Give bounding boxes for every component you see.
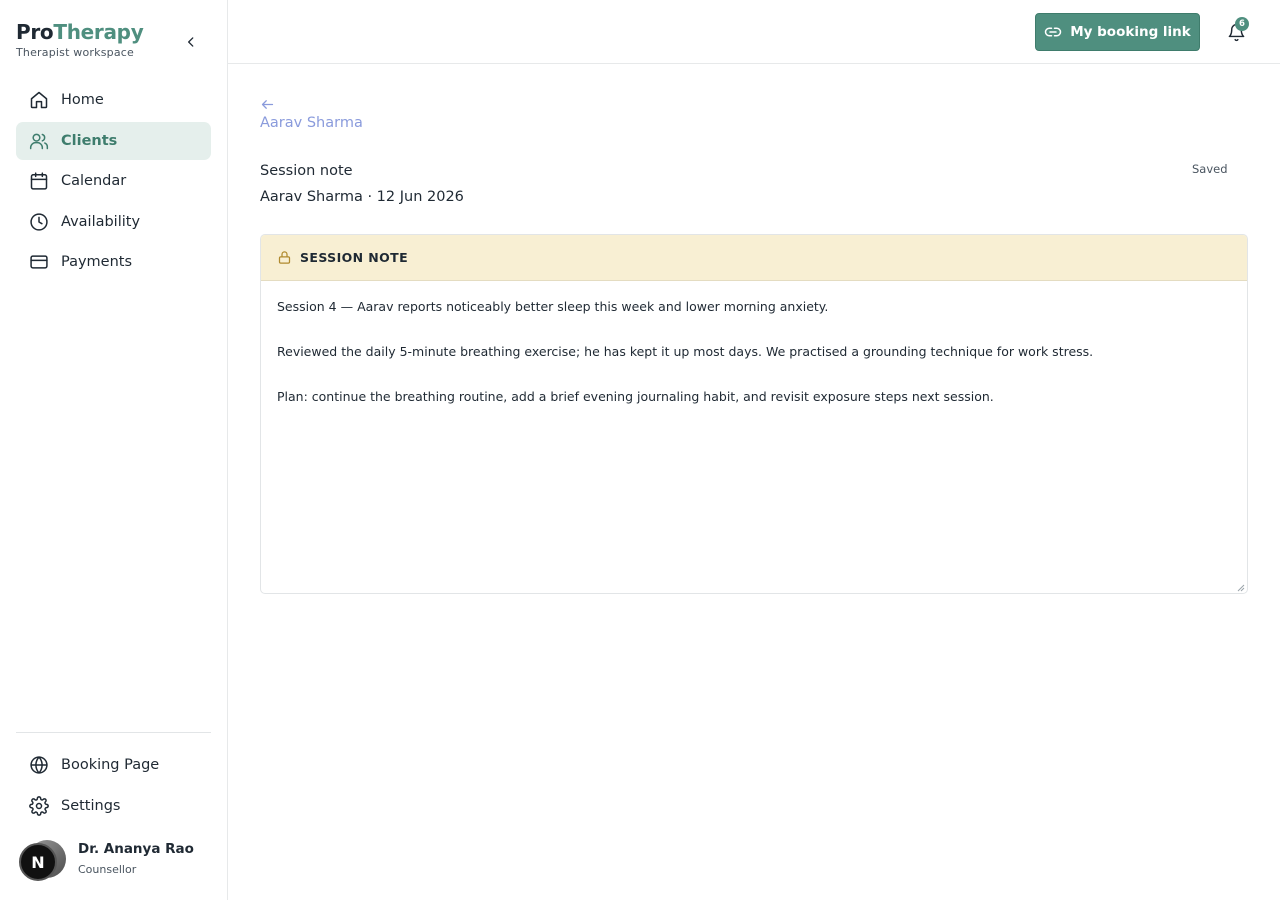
sidebar-item-label: Calendar [61, 173, 127, 190]
sidebar-item-label: Payments [61, 254, 133, 271]
sidebar-item-availability[interactable]: Availability [16, 203, 211, 241]
note-paragraph: Plan: continue the breathing routine, ad… [277, 389, 994, 404]
session-note-title: SESSION NOTE [300, 250, 409, 265]
link-icon [1044, 23, 1062, 41]
clock-icon [28, 211, 50, 233]
sidebar-item-booking-page[interactable]: Booking Page [16, 746, 211, 784]
sidebar-item-label: Booking Page [61, 757, 160, 773]
note-paragraph: Reviewed the daily 5-minute breathing ex… [277, 344, 1094, 359]
notification-badge: 6 [1235, 17, 1249, 31]
main-nav: Home Clients Calendar Availability Payme… [16, 81, 211, 284]
brand-name: ProTherapy [16, 20, 144, 44]
session-note-editor[interactable]: Session 4 — Aarav reports noticeably bet… [261, 281, 1247, 593]
brand: ProTherapy Therapist workspace [16, 20, 144, 59]
sidebar-item-label: Clients [61, 132, 118, 149]
sidebar-item-settings[interactable]: Settings [16, 787, 211, 825]
sidebar-item-payments[interactable]: Payments [16, 243, 211, 281]
user-profile[interactable]: N Dr. Ananya Rao Counsellor [16, 836, 216, 884]
arrow-left-icon [261, 99, 274, 109]
brand-subtitle: Therapist workspace [16, 46, 134, 59]
credit-card-icon [28, 251, 50, 273]
save-status: Saved [1192, 162, 1228, 176]
chevron-left-icon [188, 37, 194, 47]
page-title: Session note [260, 163, 353, 179]
booking-link-button[interactable]: My booking link [1035, 13, 1200, 51]
sidebar-divider [16, 732, 211, 733]
profile-name: Dr. Ananya Rao [78, 841, 194, 857]
avatar-badge: N [19, 843, 57, 881]
users-icon [28, 130, 50, 152]
secondary-nav: Booking Page Settings [16, 746, 211, 827]
sidebar-item-label: Availability [61, 213, 141, 230]
top-bar: My booking link 6 [228, 0, 1280, 64]
back-button[interactable] [260, 96, 276, 112]
resize-handle-icon[interactable] [1237, 584, 1245, 592]
collapse-sidebar-button[interactable] [181, 32, 201, 52]
profile-role: Counsellor [78, 863, 137, 876]
sidebar-item-clients[interactable]: Clients [16, 121, 211, 160]
globe-icon [28, 754, 50, 776]
sidebar-item-home[interactable]: Home [16, 81, 211, 119]
lock-icon [277, 250, 292, 265]
brand-name-part1: Pro [16, 20, 54, 44]
sidebar-item-label: Settings [61, 797, 121, 814]
gear-icon [28, 795, 50, 817]
session-note-card: SESSION NOTE Session 4 — Aarav reports n… [260, 234, 1248, 594]
sidebar: ProTherapy Therapist workspace Home Clie… [0, 0, 228, 900]
brand-name-part2: Therapy [53, 20, 144, 44]
home-icon [28, 89, 50, 111]
sidebar-item-label: Home [61, 92, 104, 108]
booking-link-label: My booking link [1070, 24, 1191, 40]
calendar-icon [28, 170, 50, 192]
back-link-client[interactable]: Aarav Sharma [260, 115, 363, 131]
session-note-header: SESSION NOTE [261, 235, 1247, 281]
page-subtitle: Aarav Sharma · 12 Jun 2026 [260, 189, 464, 205]
sidebar-item-calendar[interactable]: Calendar [16, 162, 211, 200]
note-paragraph: Session 4 — Aarav reports noticeably bet… [277, 299, 829, 314]
